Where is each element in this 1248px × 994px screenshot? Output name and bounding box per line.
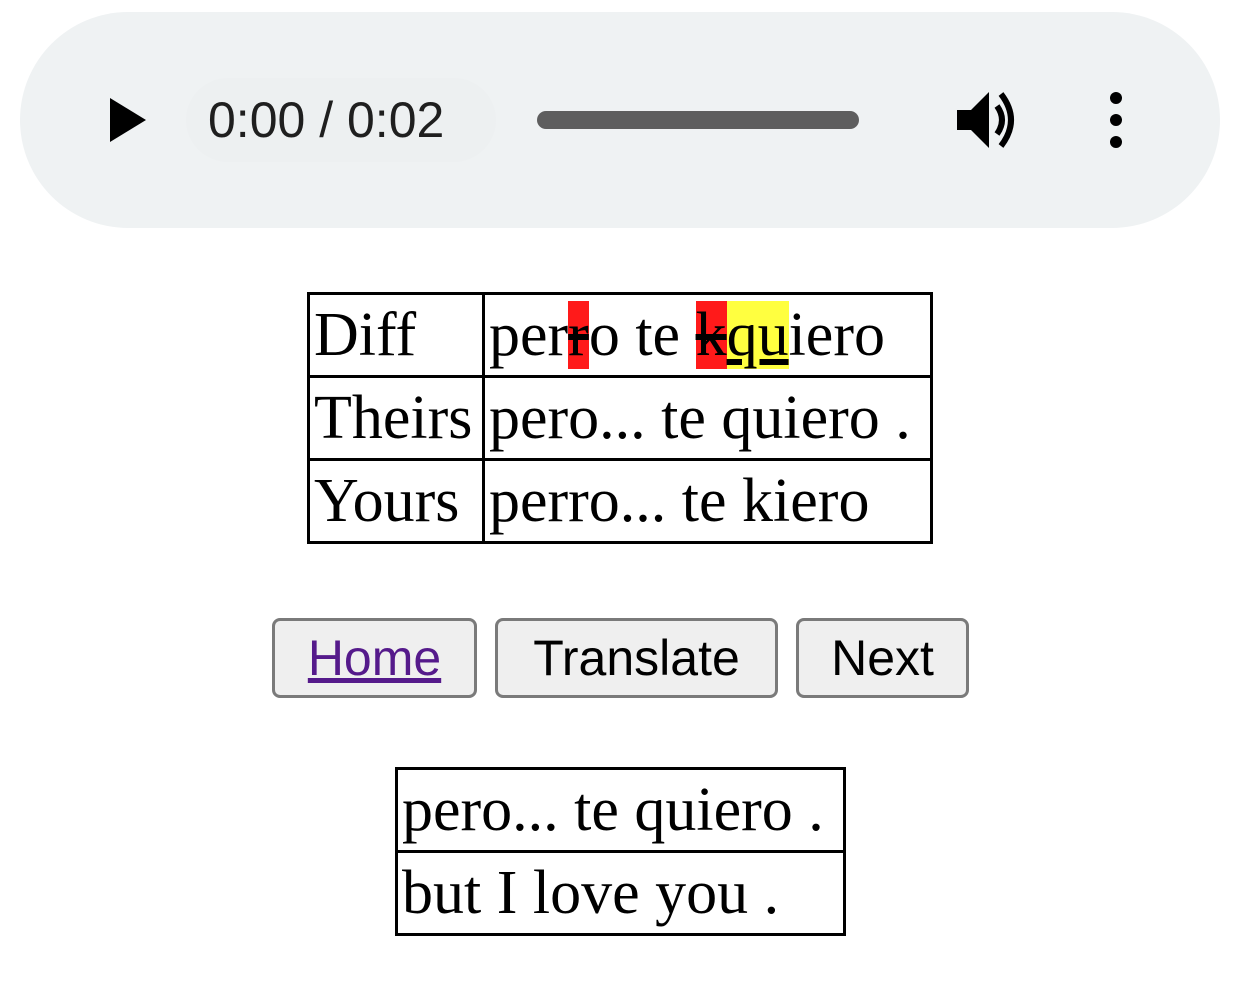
yours-row: Yours perro... te kiero [307,458,933,544]
diff-insertion: qu [726,301,789,369]
diff-deletion: r [568,301,589,369]
diff-segment: o te [588,301,696,369]
translation-target-row: but I love you . [395,850,846,936]
button-row: Home Translate Next [272,618,969,698]
time-display: 0:00 / 0:02 [208,92,445,148]
home-button[interactable]: Home [272,618,477,698]
seek-bar[interactable] [537,111,859,129]
translation-source-row: pero... te quiero . [395,767,846,853]
translation-target: but I love you . [395,850,846,936]
play-icon[interactable] [106,96,150,144]
translate-button[interactable]: Translate [495,618,778,698]
yours-label: Yours [307,458,485,544]
translation-table: pero... te quiero . but I love you . [395,767,846,936]
diff-text: perro te kquiero [482,292,933,378]
next-button[interactable]: Next [796,618,969,698]
translation-source: pero... te quiero . [395,767,846,853]
yours-text: perro... te kiero [482,458,933,544]
more-options-icon[interactable] [1100,90,1132,150]
theirs-label: Theirs [307,375,485,461]
volume-icon[interactable] [955,88,1021,152]
home-link[interactable]: Home [308,621,441,695]
diff-segment: iero [788,301,885,369]
diff-table: Diff perro te kquiero Theirs pero... te … [307,292,933,544]
diff-row: Diff perro te kquiero [307,292,933,378]
diff-deletion: k [695,301,727,369]
diff-label: Diff [307,292,485,378]
theirs-text: pero... te quiero . [482,375,933,461]
diff-segment: per [489,301,569,369]
theirs-row: Theirs pero... te quiero . [307,375,933,461]
